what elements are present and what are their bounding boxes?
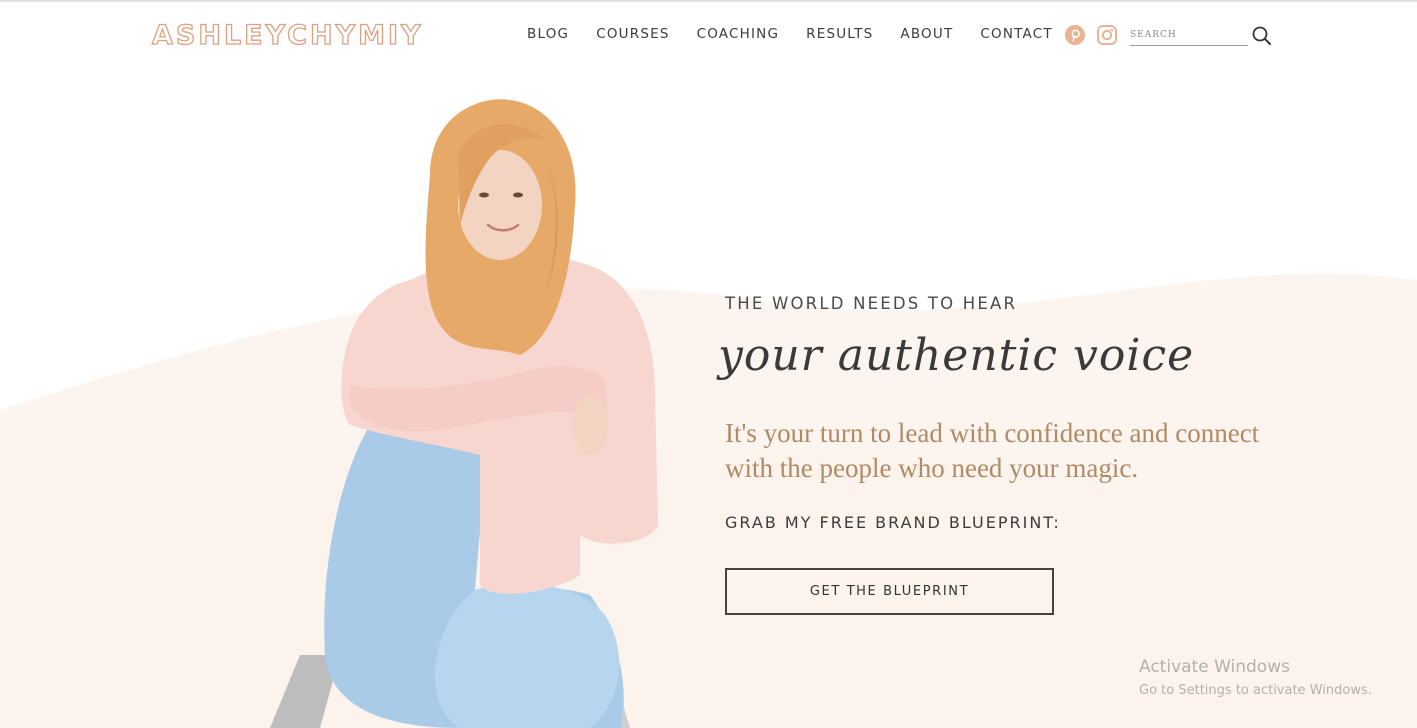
background-wave [0, 273, 1417, 728]
hero-offer-label: GRAB MY FREE BRAND BLUEPRINT: [725, 513, 1061, 532]
nav-about[interactable]: ABOUT [900, 26, 953, 42]
hero-script-heading: your authentic voice [718, 330, 1195, 381]
search-input[interactable] [1130, 25, 1248, 45]
main-nav: BLOG COURSES COACHING RESULTS ABOUT CONT… [527, 26, 1053, 42]
hero-lead-text: It's your turn to lead with confidence a… [725, 418, 1260, 483]
search-icon[interactable] [1251, 25, 1272, 46]
hero-kicker: THE WORLD NEEDS TO HEAR [725, 294, 1018, 313]
nav-coaching[interactable]: COACHING [697, 26, 780, 42]
activate-windows-subtitle: Go to Settings to activate Windows. [1139, 683, 1372, 698]
hero-portrait [270, 99, 658, 728]
site-logo[interactable]: ASHLEYCHYMIY [151, 19, 424, 51]
nav-courses[interactable]: COURSES [596, 26, 669, 42]
pinterest-icon[interactable] [1064, 24, 1086, 46]
get-blueprint-button[interactable]: GET THE BLUEPRINT [725, 568, 1054, 615]
nav-results[interactable]: RESULTS [806, 26, 873, 42]
search-field [1130, 24, 1248, 46]
activate-windows-title: Activate Windows [1139, 657, 1290, 677]
nav-contact[interactable]: CONTACT [980, 26, 1052, 42]
instagram-icon[interactable] [1096, 24, 1118, 46]
nav-blog[interactable]: BLOG [527, 26, 569, 42]
